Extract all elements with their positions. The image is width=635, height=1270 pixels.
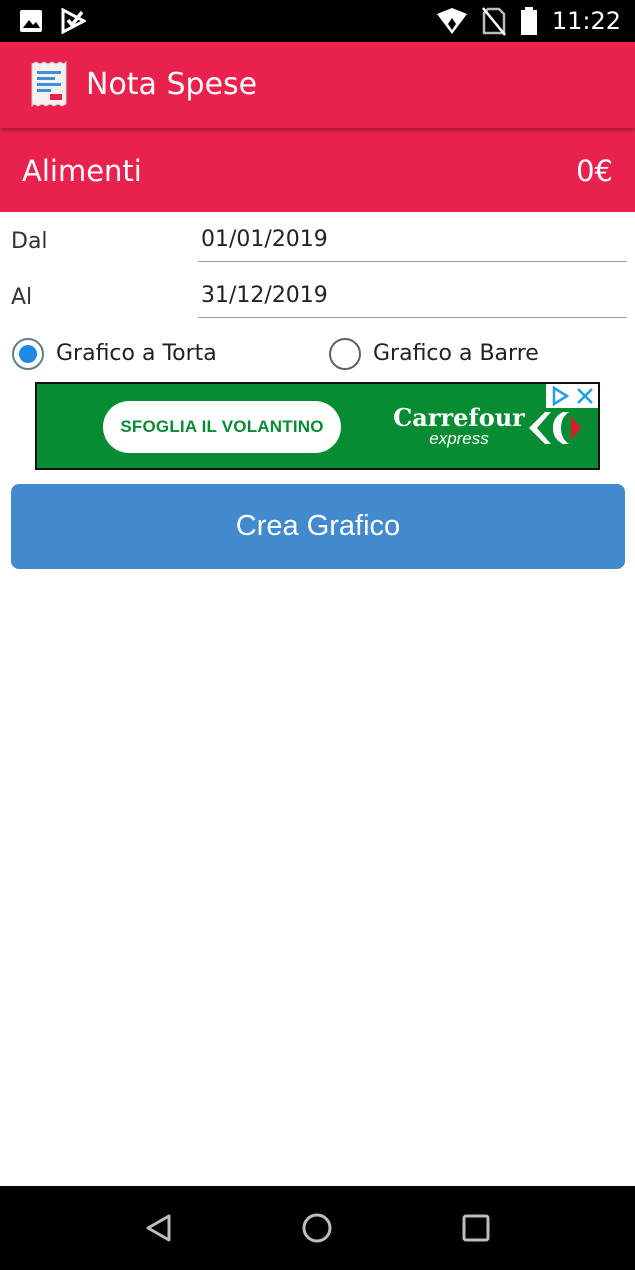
ad-banner[interactable]: SFOGLIA IL VOLANTINO Carrefour express [35,382,600,470]
ad-brand: Carrefour express [389,404,529,448]
ad-cta-button[interactable]: SFOGLIA IL VOLANTINO [103,401,341,453]
receipt-icon [31,61,67,107]
app-bar: Nota Spese [0,42,635,128]
status-bar: 11:22 [0,0,635,42]
carrefour-logo-icon [529,412,581,444]
category-amount: 0€ [576,154,613,188]
navigation-bar [0,1186,635,1270]
from-date-field[interactable]: 01/01/2019 [198,224,627,262]
play-store-icon [61,8,86,34]
ad-brand-sub: express [429,429,489,448]
clock: 11:22 [551,7,621,35]
to-date-value: 31/12/2019 [201,283,328,308]
image-icon [20,10,42,32]
wifi-icon [436,8,467,34]
app-title: Nota Spese [86,67,258,102]
from-date-value: 01/01/2019 [201,227,328,252]
radio-bar-indicator[interactable] [329,338,361,370]
home-icon[interactable] [297,1208,337,1248]
radio-bar-chart[interactable]: Grafico a Barre [329,338,539,370]
category-header: Alimenti 0€ [0,128,635,212]
adchoices-icon[interactable] [546,384,572,408]
ad-cta-label: SFOGLIA IL VOLANTINO [120,417,324,436]
ad-close-icon[interactable] [572,384,598,408]
create-chart-button[interactable]: Crea Grafico [11,484,625,569]
radio-pie-chart[interactable]: Grafico a Torta [12,338,217,370]
radio-pie-label: Grafico a Torta [56,341,217,366]
radio-bar-label: Grafico a Barre [373,341,539,366]
from-label: Dal [11,229,48,254]
no-sim-icon [481,7,506,36]
ad-brand-name: Carrefour [393,403,525,432]
to-date-field[interactable]: 31/12/2019 [198,280,627,318]
create-chart-label: Crea Grafico [235,510,401,542]
battery-icon [520,7,537,35]
radio-pie-indicator[interactable] [12,338,44,370]
recents-icon[interactable] [456,1208,496,1248]
back-icon[interactable] [139,1208,179,1248]
to-label: Al [11,285,33,310]
category-name: Alimenti [22,154,142,188]
